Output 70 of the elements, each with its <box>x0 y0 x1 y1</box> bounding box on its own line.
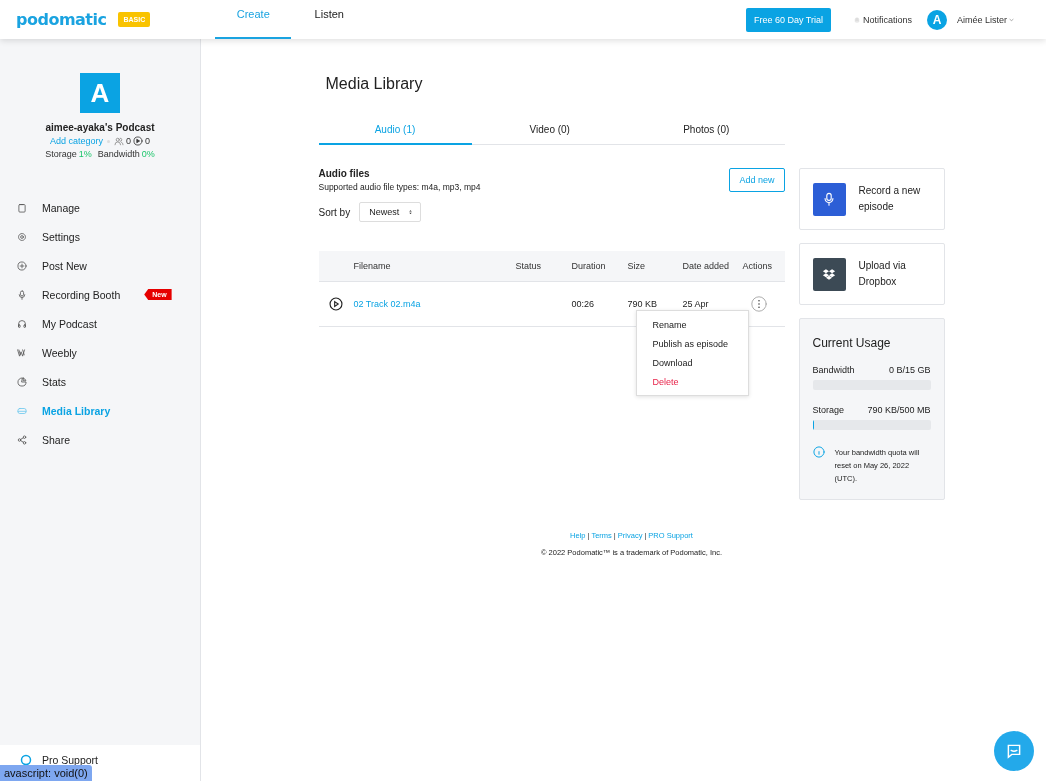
table-cell: 790 KB <box>627 298 658 309</box>
column-header: Status <box>514 251 571 281</box>
sidebar-item[interactable]: Settings <box>0 222 200 251</box>
meter-reading: 790 KB/500 MB <box>867 405 931 415</box>
action-card[interactable]: Upload via Dropbox <box>798 243 945 305</box>
chat-bubble-icon[interactable] <box>1005 742 1023 760</box>
column-header: Actions <box>741 251 785 281</box>
section-title: Audio files <box>318 168 371 179</box>
bandwidth-percent: 0% <box>141 149 155 159</box>
meter-label: Storage <box>812 405 845 415</box>
storage-percent: 1% <box>78 149 92 159</box>
plus-circle-icon <box>17 260 27 271</box>
user-name[interactable]: Aimée Lister <box>956 14 1007 25</box>
status-tooltip: avascript: void(0) <box>0 765 92 781</box>
chat-button[interactable] <box>994 731 1034 771</box>
card-label: Upload via Dropbox <box>858 259 907 289</box>
sort-arrows-icon <box>408 208 414 216</box>
more-options-icon[interactable] <box>750 295 767 312</box>
podcast-name: aimee-ayaka's Podcast <box>45 122 155 133</box>
sidebar-item[interactable]: My Podcast <box>0 309 200 338</box>
panel-title: Current Usage <box>812 336 892 350</box>
info-icon <box>812 446 825 458</box>
w-logo-icon <box>17 347 27 358</box>
plays-count: 0 <box>145 136 151 146</box>
menu-item[interactable]: Delete <box>636 372 748 392</box>
table-cell: 25 Apr <box>682 298 709 309</box>
dropbox-icon <box>812 257 846 291</box>
action-card[interactable]: Record a new episode <box>798 168 945 230</box>
meter-label: Bandwidth <box>812 365 855 375</box>
gear-icon <box>17 231 27 242</box>
sidebar-item[interactable]: Share <box>0 425 200 454</box>
nav-tab[interactable]: Listen <box>291 0 368 39</box>
section-note: Supported audio file types: m4a, mp3, mp4 <box>318 182 481 192</box>
bell-icon[interactable] <box>853 15 860 24</box>
sidebar-item[interactable]: Manage <box>0 193 200 222</box>
media-tab[interactable]: Photos (0) <box>628 117 785 145</box>
microphone-icon <box>17 289 27 300</box>
menu-item[interactable]: Rename <box>636 315 748 335</box>
sort-dropdown[interactable]: Newest <box>359 202 422 222</box>
table-cell: 00:26 <box>571 298 595 309</box>
pie-chart-icon <box>17 376 27 387</box>
sort-label: Sort by <box>318 206 351 218</box>
followers-icon <box>114 136 124 146</box>
media-tab[interactable]: Video (0) <box>471 117 628 145</box>
card-label: Record a new episode <box>858 184 922 214</box>
play-icon[interactable] <box>328 296 343 311</box>
podcast-avatar: A <box>80 73 120 113</box>
sidebar-item[interactable]: Stats <box>0 367 200 396</box>
ring-icon[interactable] <box>20 754 32 766</box>
storage-label: Storage <box>45 149 77 159</box>
meter-reading: 0 B/15 GB <box>888 365 931 375</box>
followers-count: 0 <box>126 136 131 146</box>
column-header: Size <box>626 251 682 281</box>
page-title: Media Library <box>325 75 424 93</box>
column-header: Duration <box>570 251 627 281</box>
drive-icon <box>17 405 27 416</box>
share-icon <box>17 434 27 445</box>
sidebar-item[interactable]: Weebly <box>0 338 200 367</box>
notifications-link[interactable]: Notifications <box>862 14 912 25</box>
plays-icon <box>133 136 143 146</box>
clipboard-icon <box>17 202 27 213</box>
sidebar-item[interactable]: Post New <box>0 251 200 280</box>
menu-item[interactable]: Download <box>636 353 748 373</box>
column-header: Date added <box>681 251 742 281</box>
microphone-icon <box>812 182 846 216</box>
pro-support-link[interactable]: Pro Support <box>20 754 99 766</box>
headphones-icon <box>17 318 27 329</box>
menu-item[interactable]: Publish as episode <box>636 334 748 354</box>
column-header: Filename <box>352 251 515 281</box>
bandwidth-label: Bandwidth <box>97 149 140 159</box>
